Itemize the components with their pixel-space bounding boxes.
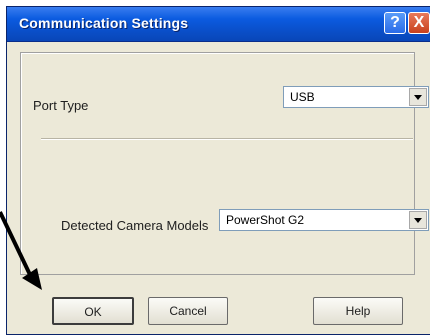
annotation-arrow-icon [0,211,42,290]
annotation-arrow-shaft [0,211,35,282]
annotation-arrow-head [22,268,42,290]
